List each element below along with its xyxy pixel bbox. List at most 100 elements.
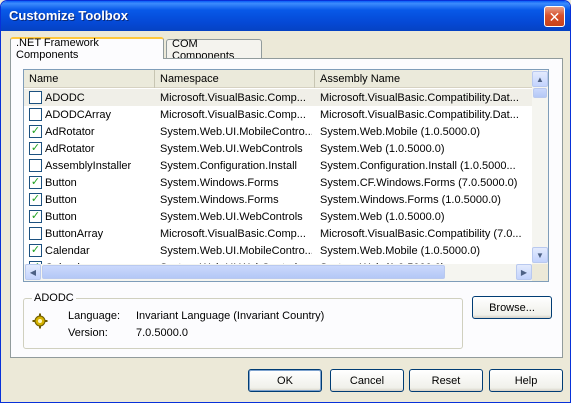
- cell-name: Calendar: [45, 244, 90, 257]
- help-button[interactable]: Help: [489, 369, 563, 392]
- close-button[interactable]: ✕: [544, 6, 565, 27]
- tab-label: .NET Framework Components: [16, 37, 99, 61]
- chevron-left-icon: ◀: [29, 267, 37, 277]
- row-checkbox[interactable]: ✓: [29, 244, 42, 257]
- cell-name: AssemblyInstaller: [45, 159, 132, 172]
- cell-assembly-name: Microsoft.VisualBasic.Compatibility (7.0…: [320, 227, 522, 240]
- checkmark-icon: ✓: [30, 244, 41, 256]
- list-header: Name Namespace Assembly Name: [24, 70, 533, 88]
- vertical-scrollbar[interactable]: ▲ ▼: [532, 70, 548, 264]
- checkmark-icon: ✓: [30, 142, 41, 154]
- cell-name: AdRotator: [45, 142, 95, 155]
- table-row[interactable]: AssemblyInstaller System.Configuration.In…: [24, 157, 533, 174]
- row-checkbox[interactable]: ✓: [29, 142, 42, 155]
- cell-assembly-name: Microsoft.VisualBasic.Compatibility.Dat.…: [320, 108, 519, 121]
- checkmark-icon: ✓: [30, 125, 41, 137]
- checkmark-icon: ✓: [30, 210, 41, 222]
- cell-name: ButtonArray: [45, 227, 104, 240]
- table-row[interactable]: ✓ Button System.Web.UI.WebControls System.W…: [24, 208, 533, 225]
- column-header-namespace[interactable]: Namespace: [155, 70, 315, 88]
- vertical-scroll-thumb[interactable]: [533, 88, 547, 98]
- title-bar[interactable]: Customize Toolbox ✕: [1, 1, 570, 31]
- cell-name: ADODCArray: [45, 108, 112, 121]
- cell-assembly-name: Microsoft.VisualBasic.Compatibility.Dat.…: [320, 91, 519, 104]
- language-label: Language:: [68, 310, 120, 322]
- horizontal-scrollbar[interactable]: ◀ ▶: [24, 264, 533, 281]
- checkmark-icon: ✓: [30, 176, 41, 188]
- scrollbar-corner: [532, 264, 548, 281]
- column-header-label: Assembly Name: [320, 73, 401, 85]
- tab-panel: Name Namespace Assembly Name ADODC Micros…: [10, 58, 563, 358]
- row-checkbox[interactable]: [29, 159, 42, 172]
- scroll-up-button[interactable]: ▲: [532, 71, 548, 87]
- components-list[interactable]: Name Namespace Assembly Name ADODC Micros…: [23, 69, 549, 282]
- table-row[interactable]: ButtonArray Microsoft.VisualBasic.Comp...…: [24, 225, 533, 242]
- cell-namespace: Microsoft.VisualBasic.Comp...: [160, 227, 306, 240]
- column-header-name[interactable]: Name: [24, 70, 155, 88]
- chevron-down-icon: ▼: [536, 250, 544, 260]
- table-row[interactable]: ✓ AdRotator System.Web.UI.MobileContro... S…: [24, 123, 533, 140]
- ok-button[interactable]: OK: [248, 369, 322, 392]
- cell-name: Button: [45, 176, 77, 189]
- column-header-label: Namespace: [160, 73, 219, 85]
- cell-namespace: Microsoft.VisualBasic.Comp...: [160, 108, 306, 121]
- button-label: Reset: [431, 374, 461, 387]
- scroll-down-button[interactable]: ▼: [532, 247, 548, 263]
- cell-namespace: System.Web.UI.MobileContro...: [160, 244, 312, 257]
- row-checkbox[interactable]: ✓: [29, 125, 42, 138]
- scroll-left-button[interactable]: ◀: [25, 264, 41, 280]
- tab-net-framework-components[interactable]: .NET Framework Components: [10, 37, 164, 61]
- chevron-up-icon: ▲: [536, 74, 544, 84]
- row-checkbox[interactable]: [29, 108, 42, 121]
- cell-assembly-name: System.Web (1.0.5000.0): [320, 142, 445, 155]
- cell-name: ADODC: [45, 91, 85, 104]
- row-checkbox[interactable]: ✓: [29, 176, 42, 189]
- table-row[interactable]: ✓ Calendar System.Web.UI.MobileContro... Sy…: [24, 242, 533, 259]
- row-checkbox[interactable]: ✓: [29, 193, 42, 206]
- button-label: Browse...: [489, 301, 535, 314]
- cell-namespace: System.Web.UI.WebControls: [160, 142, 303, 155]
- cancel-button[interactable]: Cancel: [330, 369, 404, 392]
- cell-namespace: Microsoft.VisualBasic.Comp...: [160, 91, 306, 104]
- button-label: OK: [277, 374, 293, 387]
- cell-namespace: System.Windows.Forms: [160, 176, 279, 189]
- cell-assembly-name: System.CF.Windows.Forms (7.0.5000.0): [320, 176, 518, 189]
- column-header-label: Name: [29, 73, 59, 85]
- cell-name: Button: [45, 193, 77, 206]
- gear-icon: [32, 313, 48, 329]
- cell-assembly-name: System.Web.Mobile (1.0.5000.0): [320, 244, 480, 257]
- cell-namespace: System.Web.UI.MobileContro...: [160, 125, 312, 138]
- version-label: Version:: [68, 327, 108, 339]
- cell-namespace: System.Web.UI.WebControls: [160, 210, 303, 223]
- table-row[interactable]: ✓ Button System.Windows.Forms System.CF.Win…: [24, 174, 533, 191]
- language-value: Invariant Language (Invariant Country): [136, 310, 325, 322]
- chevron-right-icon: ▶: [520, 267, 528, 277]
- button-label: Cancel: [349, 374, 385, 387]
- table-row[interactable]: ✓ Button System.Windows.Forms System.Window…: [24, 191, 533, 208]
- cell-namespace: System.Configuration.Install: [160, 159, 297, 172]
- scroll-right-button[interactable]: ▶: [516, 264, 532, 280]
- button-label: Help: [514, 374, 538, 387]
- row-checkbox[interactable]: ✓: [29, 210, 42, 223]
- row-checkbox[interactable]: [29, 91, 42, 104]
- group-label: ADODC: [32, 292, 76, 304]
- tab-com-components[interactable]: COM Components: [166, 38, 262, 62]
- checkmark-icon: ✓: [30, 193, 41, 205]
- customize-toolbox-dialog: Customize Toolbox ✕ .NET Framework Compo…: [0, 0, 571, 403]
- list-body: ADODC Microsoft.VisualBasic.Comp... Micros…: [24, 89, 533, 264]
- version-value: 7.0.5000.0: [136, 327, 188, 339]
- table-row[interactable]: ADODCArray Microsoft.VisualBasic.Comp... M…: [24, 106, 533, 123]
- cell-namespace: System.Windows.Forms: [160, 193, 279, 206]
- browse-button[interactable]: Browse...: [472, 296, 552, 319]
- close-icon: ✕: [548, 8, 561, 25]
- cell-name: Button: [45, 210, 77, 223]
- table-row[interactable]: ✓ AdRotator System.Web.UI.WebControls Syste…: [24, 140, 533, 157]
- horizontal-scroll-thumb[interactable]: [42, 265, 445, 279]
- reset-button[interactable]: Reset: [409, 369, 483, 392]
- column-header-assembly-name[interactable]: Assembly Name: [315, 70, 533, 88]
- table-row[interactable]: ADODC Microsoft.VisualBasic.Comp... Micros…: [24, 89, 533, 106]
- cell-assembly-name: System.Web.Mobile (1.0.5000.0): [320, 125, 480, 138]
- cell-assembly-name: System.Windows.Forms (1.0.5000.0): [320, 193, 501, 206]
- row-checkbox[interactable]: [29, 227, 42, 240]
- dialog-title: Customize Toolbox: [9, 8, 128, 23]
